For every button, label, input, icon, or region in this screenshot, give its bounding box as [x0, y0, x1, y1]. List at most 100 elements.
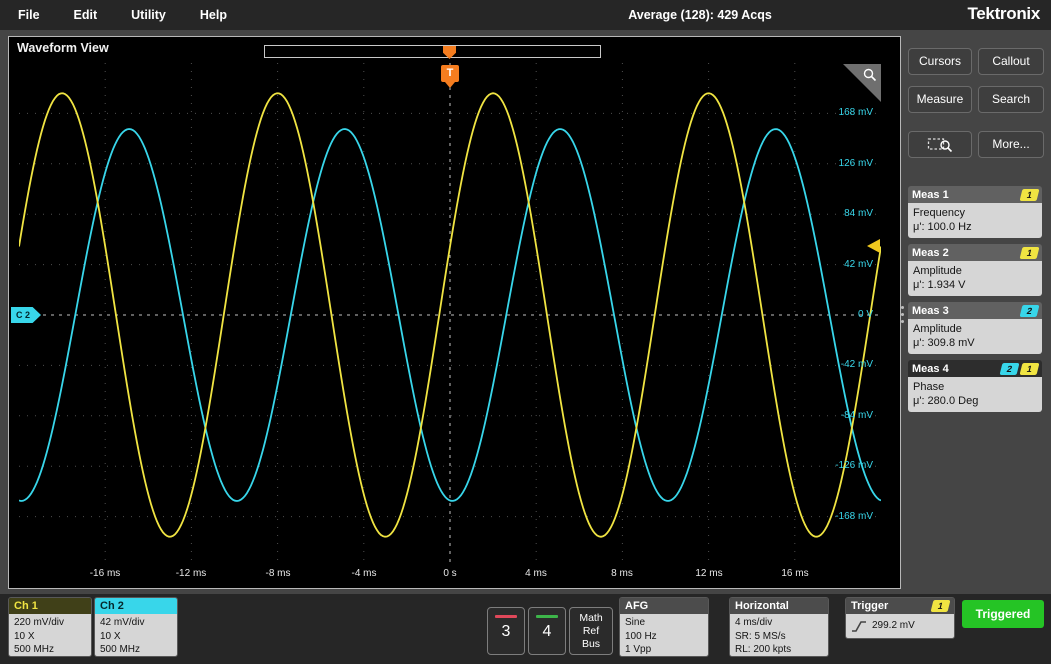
trigger-status-indicator: Triggered — [962, 600, 1044, 628]
y-tick-label: 126 mV — [809, 158, 873, 170]
math-label: Math — [579, 612, 602, 625]
bottom-bar: Ch 1 220 mV/div 10 X 500 MHz Ch 2 42 mV/… — [0, 594, 1051, 664]
rising-edge-icon — [851, 620, 867, 633]
meas4-body: Phase μ': 280.0 Deg — [908, 377, 1042, 412]
y-tick-label: 168 mV — [809, 107, 873, 119]
ch2-badge[interactable]: Ch 2 42 mV/div 10 X 500 MHz — [94, 597, 178, 657]
meas2-value: μ': 1.934 V — [913, 278, 1037, 292]
menu-utility[interactable]: Utility — [131, 8, 166, 22]
x-tick-label: -4 ms — [332, 568, 396, 579]
ch3-button[interactable]: 3 — [487, 607, 525, 655]
meas4-panel[interactable]: Meas 4 2 1 Phase μ': 280.0 Deg — [908, 360, 1042, 412]
trigger-position-flag[interactable]: T — [441, 65, 459, 82]
waveform-view[interactable]: Waveform View T 168 mV 126 mV 84 mV 42 m… — [8, 36, 901, 589]
meas2-panel[interactable]: Meas 2 1 Amplitude μ': 1.934 V — [908, 244, 1042, 296]
horizontal-label: Horizontal — [735, 598, 789, 614]
x-tick-label: -16 ms — [73, 568, 137, 579]
horizontal-record-bar[interactable] — [264, 45, 601, 58]
x-tick-label: -12 ms — [159, 568, 223, 579]
afg-amplitude: 1 Vpp — [625, 643, 703, 657]
waveform-canvas[interactable] — [19, 63, 881, 567]
ch2-scale: 42 mV/div — [100, 616, 172, 630]
ref-label: Ref — [583, 625, 599, 638]
meas1-panel[interactable]: Meas 1 1 Frequency μ': 100.0 Hz — [908, 186, 1042, 238]
sidebar: Cursors Callout Measure Search More... M… — [908, 36, 1044, 589]
meas3-name: Amplitude — [913, 322, 1037, 336]
zoom-box-icon — [927, 136, 953, 153]
meas4-value: μ': 280.0 Deg — [913, 394, 1037, 408]
ch3-color-indicator — [495, 615, 517, 618]
callout-button[interactable]: Callout — [978, 48, 1044, 75]
ch1-settings: 220 mV/div 10 X 500 MHz — [9, 614, 91, 657]
panel-resize-handle[interactable] — [901, 306, 904, 309]
menu-bar: File Edit Utility Help Average (128): 42… — [0, 0, 1051, 30]
y-tick-label: 42 mV — [809, 259, 873, 271]
horizontal-scale: 4 ms/div — [735, 616, 823, 630]
ch2-label: Ch 2 — [100, 598, 124, 614]
menu-items: File Edit Utility Help — [0, 8, 227, 22]
search-button[interactable]: Search — [978, 86, 1044, 113]
ch3-number: 3 — [488, 623, 524, 641]
sample-rate: SR: 5 MS/s — [735, 630, 823, 644]
source-ch1-badge: 1 — [1020, 247, 1040, 259]
y-tick-label: -84 mV — [809, 410, 873, 422]
measure-button[interactable]: Measure — [908, 86, 972, 113]
meas1-value: μ': 100.0 Hz — [913, 220, 1037, 234]
meas1-body: Frequency μ': 100.0 Hz — [908, 203, 1042, 238]
meas2-name: Amplitude — [913, 264, 1037, 278]
meas3-panel[interactable]: Meas 3 2 Amplitude μ': 309.8 mV — [908, 302, 1042, 354]
ch1-atten: 10 X — [14, 630, 86, 644]
x-tick-label: 8 ms — [590, 568, 654, 579]
ch1-label: Ch 1 — [14, 598, 38, 614]
meas1-header: Meas 1 1 — [908, 186, 1042, 203]
meas4-title: Meas 4 — [912, 363, 998, 375]
menu-file[interactable]: File — [18, 8, 40, 22]
ch1-scale: 220 mV/div — [14, 616, 86, 630]
afg-label: AFG — [625, 598, 648, 614]
magnifier-icon — [862, 67, 878, 83]
afg-badge[interactable]: AFG Sine 100 Hz 1 Vpp — [619, 597, 709, 657]
trigger-level-arrow[interactable] — [867, 239, 880, 253]
meas3-value: μ': 309.8 mV — [913, 336, 1037, 350]
horizontal-settings: 4 ms/div SR: 5 MS/s RL: 200 kpts — [730, 614, 828, 657]
meas3-title: Meas 3 — [912, 305, 1018, 317]
meas1-name: Frequency — [913, 206, 1037, 220]
source-ch2-badge: 2 — [1000, 363, 1020, 375]
horizontal-badge[interactable]: Horizontal 4 ms/div SR: 5 MS/s RL: 200 k… — [729, 597, 829, 657]
source-ch2-badge: 2 — [1020, 305, 1040, 317]
trigger-badge[interactable]: Trigger 1 299.2 mV — [845, 597, 955, 639]
y-tick-label: -168 mV — [809, 511, 873, 523]
x-tick-label: 12 ms — [677, 568, 741, 579]
x-tick-label: -8 ms — [246, 568, 310, 579]
afg-frequency: 100 Hz — [625, 630, 703, 644]
waveform-view-title: Waveform View — [17, 41, 109, 55]
trigger-level-value: 299.2 mV — [872, 619, 915, 633]
y-tick-label: 84 mV — [809, 208, 873, 220]
source-ch1-badge: 1 — [1020, 363, 1040, 375]
meas3-header: Meas 3 2 — [908, 302, 1042, 319]
y-tick-label: -126 mV — [809, 460, 873, 472]
x-tick-label: 0 s — [418, 568, 482, 579]
ch1-badge[interactable]: Ch 1 220 mV/div 10 X 500 MHz — [8, 597, 92, 657]
menu-edit[interactable]: Edit — [74, 8, 98, 22]
cursors-button[interactable]: Cursors — [908, 48, 972, 75]
zoom-mode-button[interactable] — [908, 131, 972, 158]
trigger-label: Trigger — [851, 598, 888, 614]
math-ref-bus-button[interactable]: Math Ref Bus — [569, 607, 613, 655]
trigger-settings: 299.2 mV — [846, 614, 954, 638]
meas4-name: Phase — [913, 380, 1037, 394]
acquisition-status: Average (128): 429 Acqs — [628, 8, 772, 22]
y-tick-label: -42 mV — [809, 359, 873, 371]
meas3-body: Amplitude μ': 309.8 mV — [908, 319, 1042, 354]
ch4-button[interactable]: 4 — [528, 607, 566, 655]
afg-waveform: Sine — [625, 616, 703, 630]
meas4-header: Meas 4 2 1 — [908, 360, 1042, 377]
ch2-atten: 10 X — [100, 630, 172, 644]
record-length: RL: 200 kpts — [735, 643, 823, 657]
source-ch1-badge: 1 — [1020, 189, 1040, 201]
menu-help[interactable]: Help — [200, 8, 227, 22]
more-button[interactable]: More... — [978, 131, 1044, 158]
trigger-source-badge: 1 — [931, 600, 951, 612]
afg-settings: Sine 100 Hz 1 Vpp — [620, 614, 708, 657]
tektronix-logo: Tektronix — [967, 4, 1040, 24]
